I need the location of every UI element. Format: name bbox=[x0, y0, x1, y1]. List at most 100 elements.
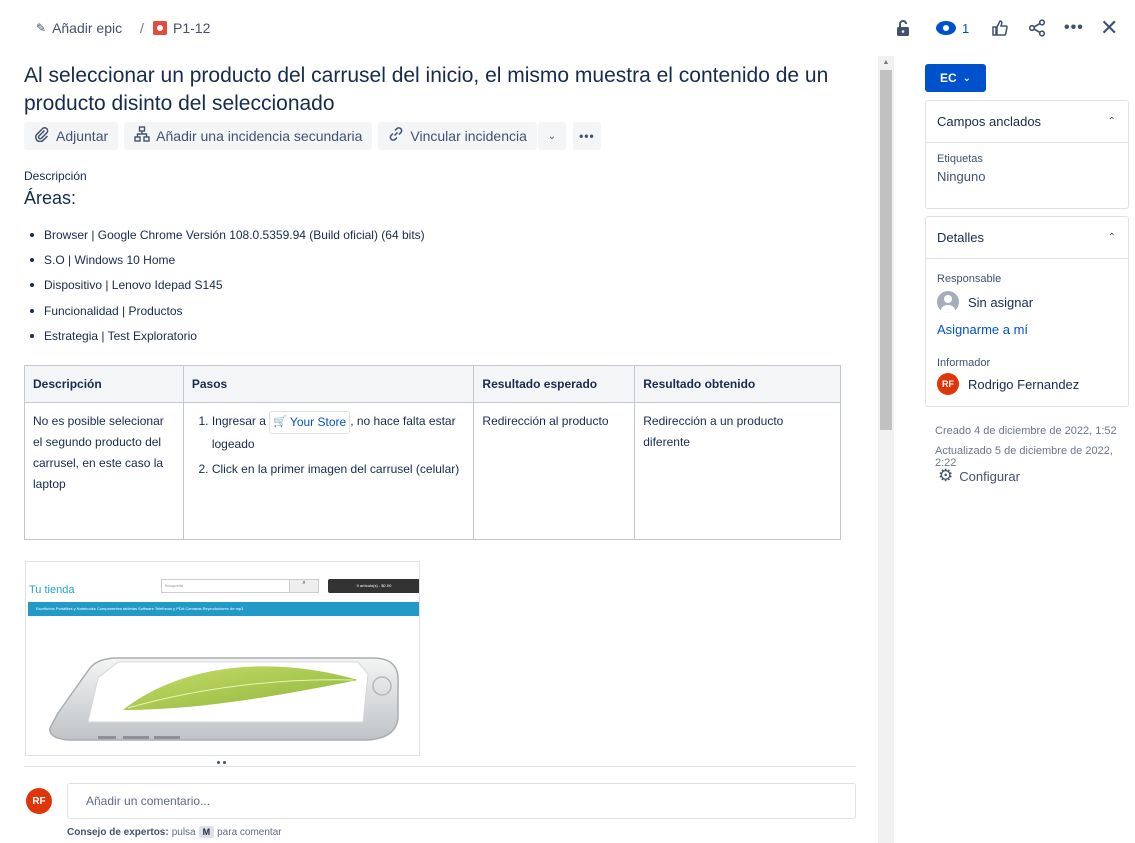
attachment-preview[interactable]: Tu tienda Búsqueda ⌕ 0 artículo(s) - $0.… bbox=[25, 561, 420, 756]
assignee-value: Sin asignar bbox=[968, 294, 1034, 310]
list-item: S.O | Windows 10 Home bbox=[30, 247, 425, 272]
link-issue-group: Vincular incidencia ⌄ bbox=[378, 122, 566, 150]
breadcrumb-separator: / bbox=[140, 20, 144, 36]
chevron-down-icon: ⌄ bbox=[547, 130, 557, 142]
cart-icon: 🛒 bbox=[273, 416, 287, 428]
add-child-issue-button[interactable]: Añadir una incidencia secundaria bbox=[124, 122, 373, 150]
store-link-label: Your Store bbox=[289, 415, 347, 429]
assignee-label: Responsable bbox=[937, 273, 1002, 285]
share-icon[interactable] bbox=[1028, 16, 1046, 40]
column-header: Resultado esperado bbox=[473, 365, 636, 403]
step-text: Ingresar a bbox=[211, 414, 266, 428]
comment-input[interactable]: Añadir un comentario... bbox=[67, 783, 856, 819]
eye-icon bbox=[936, 21, 956, 35]
list-item: Funcionalidad | Productos bbox=[30, 298, 425, 323]
column-header: Resultado obtenido bbox=[634, 365, 841, 403]
link-icon bbox=[388, 126, 404, 146]
scrollbar-thumb[interactable] bbox=[880, 70, 892, 430]
tip-after: para comentar bbox=[217, 826, 282, 838]
list-item: Dispositivo | Lenovo Idepad S145 bbox=[30, 273, 425, 298]
details-body: Responsable Sin asignar Asignarme a mí I… bbox=[926, 259, 1128, 405]
list-item: Browser | Google Chrome Versión 108.0.53… bbox=[30, 222, 425, 247]
column-header: Descripción bbox=[24, 365, 184, 403]
store-link[interactable]: 🛒 Your Store bbox=[269, 411, 351, 434]
hierarchy-icon bbox=[134, 126, 150, 146]
issue-actions: Adjuntar Añadir una incidencia secundari… bbox=[24, 122, 601, 150]
link-issue-label: Vincular incidencia bbox=[410, 128, 527, 144]
like-icon[interactable] bbox=[992, 16, 1008, 40]
pencil-icon: ✎ bbox=[36, 21, 47, 35]
watchers-count: 1 bbox=[962, 20, 970, 36]
step-item: Click en la primer imagen del carrusel (… bbox=[212, 459, 466, 480]
pinned-fields-header[interactable]: Campos anclados ⌃ bbox=[926, 101, 1128, 143]
reporter-name: Rodrigo Fernandez bbox=[968, 376, 1080, 392]
tip-text: pulsa bbox=[171, 826, 196, 838]
status-label: EC bbox=[939, 71, 957, 85]
attach-label: Adjuntar bbox=[56, 128, 109, 144]
labels-field-label: Etiquetas bbox=[937, 153, 983, 165]
assign-to-me-link[interactable]: Asignarme a mí bbox=[937, 322, 1117, 337]
details-title: Detalles bbox=[937, 230, 984, 245]
lock-icon[interactable] bbox=[895, 16, 911, 40]
paperclip-icon bbox=[34, 126, 50, 146]
assignee-field[interactable]: Sin asignar bbox=[937, 291, 1117, 313]
issue-key-label: P1-12 bbox=[173, 20, 211, 36]
unassigned-avatar-icon bbox=[937, 291, 959, 313]
step-item: Ingresar a 🛒 Your Store , no hace falta … bbox=[212, 411, 466, 455]
created-date: Creado 4 de diciembre de 2022, 1:52 bbox=[935, 425, 1117, 437]
labels-field-value[interactable]: Ninguno bbox=[937, 169, 1117, 184]
column-header: Pasos bbox=[182, 365, 475, 403]
areas-list: Browser | Google Chrome Versión 108.0.53… bbox=[30, 222, 425, 348]
details-header[interactable]: Detalles ⌃ bbox=[926, 217, 1128, 259]
list-item: Estrategia | Test Exploratorio bbox=[30, 323, 425, 348]
expected-result-cell: Redirección al producto bbox=[473, 402, 636, 540]
watch-button[interactable]: 1 bbox=[936, 16, 969, 40]
more-actions-button[interactable]: ••• bbox=[572, 122, 601, 150]
preview-brand: Tu tienda bbox=[29, 584, 75, 596]
add-epic-button[interactable]: ✎ Añadir epic bbox=[36, 20, 122, 36]
link-issue-button[interactable]: Vincular incidencia bbox=[378, 122, 537, 150]
gear-icon: ⚙ bbox=[938, 466, 954, 485]
chevron-up-icon[interactable]: ⌃ bbox=[1108, 116, 1116, 127]
bug-icon bbox=[153, 21, 167, 35]
details-panel: Detalles ⌃ Responsable Sin asignar Asign… bbox=[925, 216, 1129, 407]
chevron-down-icon: ⌄ bbox=[962, 72, 972, 84]
configure-button[interactable]: ⚙ Configurar bbox=[938, 466, 1020, 486]
carousel-dots[interactable] bbox=[217, 761, 226, 764]
status-button[interactable]: EC ⌄ bbox=[925, 64, 986, 92]
avatar: RF bbox=[26, 788, 52, 814]
add-epic-label: Añadir epic bbox=[52, 20, 123, 36]
divider bbox=[24, 766, 856, 767]
link-issue-dropdown[interactable]: ⌄ bbox=[537, 122, 566, 150]
areas-heading: Áreas: bbox=[24, 188, 77, 208]
pinned-fields-body: Etiquetas Ninguno bbox=[926, 143, 1128, 194]
configure-label: Configurar bbox=[959, 468, 1020, 484]
table-header-row: Descripción Pasos Resultado esperado Res… bbox=[24, 365, 841, 403]
description-cell: No es posible selecionar el segundo prod… bbox=[24, 402, 184, 540]
reporter-label: Informador bbox=[937, 357, 991, 369]
tip-bold: Consejo de expertos: bbox=[67, 826, 169, 838]
avatar: RF bbox=[937, 373, 959, 395]
top-bar: ✎ Añadir epic / P1-12 1 ••• ✕ bbox=[0, 0, 1135, 56]
close-icon[interactable]: ✕ bbox=[1100, 15, 1118, 40]
more-icon: ••• bbox=[579, 129, 595, 143]
pinned-fields-title: Campos anclados bbox=[937, 114, 1042, 129]
steps-list: Ingresar a 🛒 Your Store , no hace falta … bbox=[192, 411, 466, 480]
test-case-table: Descripción Pasos Resultado esperado Res… bbox=[24, 365, 841, 540]
issue-key-link[interactable]: P1-12 bbox=[153, 20, 210, 36]
attach-button[interactable]: Adjuntar bbox=[24, 122, 119, 150]
search-icon: ⌕ bbox=[289, 579, 319, 593]
pinned-fields-panel: Campos anclados ⌃ Etiquetas Ninguno bbox=[925, 100, 1129, 209]
description-label: Descripción bbox=[24, 169, 87, 183]
chevron-up-icon[interactable]: ⌃ bbox=[1108, 232, 1116, 243]
more-icon[interactable]: ••• bbox=[1064, 16, 1084, 40]
preview-topbar bbox=[26, 562, 419, 570]
phone-image bbox=[28, 618, 419, 754]
preview-nav: Escritorios Portátiles y Notebooks Compo… bbox=[28, 602, 419, 616]
issue-title[interactable]: Al seleccionar un producto del carrusel … bbox=[24, 62, 864, 118]
reporter-field[interactable]: RF Rodrigo Fernandez bbox=[937, 373, 1117, 395]
add-child-label: Añadir una incidencia secundaria bbox=[156, 128, 363, 144]
scroll-up-icon[interactable]: ▲ bbox=[878, 56, 894, 70]
preview-cart: 0 artículo(s) - $0.00 bbox=[328, 579, 419, 593]
table-row: No es posible selecionar el segundo prod… bbox=[24, 402, 841, 540]
